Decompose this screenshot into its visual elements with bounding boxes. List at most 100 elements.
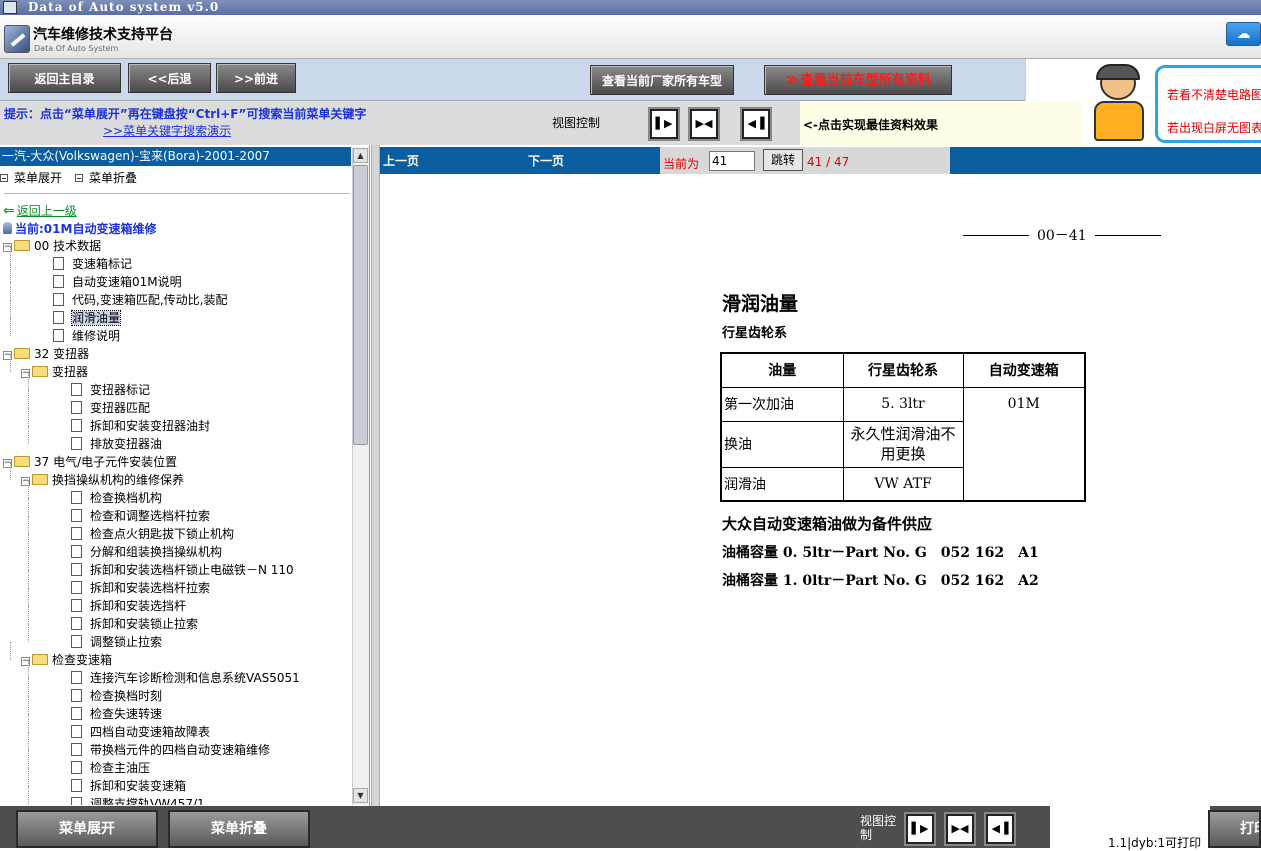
arrows-inward-icon: ▶◀ <box>951 822 969 835</box>
bottom-view-expand-left-button[interactable]: ◀▐ <box>986 814 1014 844</box>
table-cell: 换油 <box>720 420 844 468</box>
all-docs-button[interactable]: ≫ 查看当前车型所有资料 <box>764 65 952 95</box>
scroll-up-button[interactable]: ▲ <box>353 148 368 163</box>
arrow-left-bar-icon: ◀▐ <box>991 822 1009 835</box>
tree-doc-item[interactable]: 拆卸和安装选档杆拉索 <box>71 579 210 597</box>
table-cell: 01M <box>962 386 1086 502</box>
current-page-label: 当前为 <box>663 157 700 171</box>
tree-doc-item[interactable]: 四档自动变速箱故障表 <box>71 723 210 741</box>
tree-connector <box>28 426 29 444</box>
search-demo-link[interactable]: >>菜单关键字搜索演示 <box>103 122 231 139</box>
back-button[interactable]: <<后退 <box>128 63 211 93</box>
menu-collapse-link[interactable]: 菜单折叠 <box>75 169 137 186</box>
tree-doc-item[interactable]: 连接汽车诊断检测和信息系统VAS5051 <box>71 669 300 687</box>
tree-item-label: 换挡操纵机构的维修保养 <box>52 473 185 487</box>
tree-connector <box>28 480 29 498</box>
view-center-button[interactable]: ▶◀ <box>690 109 718 139</box>
tree-connector <box>10 282 11 300</box>
tree-doc-item[interactable]: 拆卸和安装选挡杆 <box>71 597 186 615</box>
menu-expand-button[interactable]: 菜单展开 <box>16 810 158 848</box>
tree-doc-item[interactable]: 变扭器标记 <box>71 381 150 399</box>
tree-doc-item[interactable]: 检查和调整选档杆拉索 <box>71 507 210 525</box>
tree-doc-item[interactable]: 自动变速箱01M说明 <box>53 273 182 291</box>
tree-doc-item[interactable]: 拆卸和安装变速箱 <box>71 777 186 795</box>
document-icon <box>53 311 64 324</box>
help-banner-line-1[interactable]: 若看不清楚电路图 <box>1167 86 1261 103</box>
page-number-rule-right <box>1094 235 1161 236</box>
next-page-link[interactable]: 下一页 <box>528 152 564 169</box>
bottom-view-expand-right-button[interactable]: ▌▶ <box>906 814 934 844</box>
view-expand-left-button[interactable]: ◀▐ <box>742 109 770 139</box>
prev-page-link[interactable]: 上一页 <box>383 152 419 169</box>
tree-doc-item[interactable]: 分解和组装换挡操纵机构 <box>71 543 222 561</box>
page-jump-area <box>660 147 950 174</box>
document-icon <box>53 257 64 270</box>
scroll-down-button[interactable]: ▼ <box>353 788 368 803</box>
oil-can-spec-1: 油桶容量 0. 5ltr－Part No. G 052 162 A1 <box>722 545 1039 561</box>
tree-item-label: 四档自动变速箱故障表 <box>90 725 211 739</box>
view-expand-right-button[interactable]: ▌▶ <box>650 109 678 139</box>
tree-folder-item[interactable]: − 变扭器 <box>21 363 88 381</box>
tree-connector <box>28 534 29 552</box>
pane-splitter[interactable] <box>371 145 380 806</box>
tree-doc-item[interactable]: 变扭器匹配 <box>71 399 150 417</box>
document-icon <box>71 581 82 594</box>
tree-doc-item[interactable]: 带换档元件的四档自动变速箱维修 <box>71 741 270 759</box>
tree-doc-item[interactable]: 变速箱标记 <box>53 255 132 273</box>
help-banner-line-2[interactable]: 若出现白屏无图表 <box>1167 119 1261 136</box>
menu-collapse-button[interactable]: 菜单折叠 <box>168 810 310 848</box>
tree-folder-item[interactable]: − 检查变速箱 <box>21 651 112 669</box>
tree-folder-item[interactable]: − 换挡操纵机构的维修保养 <box>21 471 184 489</box>
oil-supply-note: 大众自动变速箱油做为备件供应 <box>722 515 933 533</box>
tree-item-label: 变扭器标记 <box>90 383 151 397</box>
tree-item-label: 自动变速箱01M说明 <box>72 275 182 289</box>
tree-item-label: 检查变速箱 <box>52 653 113 667</box>
app-title: 汽车维修技术支持平台 <box>33 27 173 43</box>
tree-doc-item[interactable]: 代码,变速箱匹配,传动比,装配 <box>53 291 227 309</box>
home-directory-button[interactable]: 返回主目录 <box>8 63 121 93</box>
tree-doc-item[interactable]: 排放变扭器油 <box>71 435 162 453</box>
page-number-input[interactable] <box>709 151 755 171</box>
tree-item-label: 带换档元件的四档自动变速箱维修 <box>90 743 271 757</box>
tree-doc-item[interactable]: 检查换档时刻 <box>71 687 162 705</box>
jump-button[interactable]: 跳转 <box>763 149 803 171</box>
tree-doc-item[interactable]: 调整支撑轨VW457/1 <box>71 795 205 805</box>
table-header-row: 油量 行星齿轮系 自动变速箱 <box>720 352 1086 388</box>
cloud-sync-button[interactable]: ☁ <box>1226 22 1261 46</box>
back-level-link[interactable]: ⇐ 返回上一级 <box>3 202 77 219</box>
back-level-label: 返回上一级 <box>16 204 77 218</box>
document-page-number: 00－41 <box>955 225 1169 245</box>
bottom-view-center-button[interactable]: ▶◀ <box>946 814 974 844</box>
tree-doc-item[interactable]: 检查主油压 <box>71 759 150 777</box>
tree-connector <box>10 354 11 372</box>
tree-doc-item[interactable]: 拆卸和安装选档杆锁止电磁铁－N 110 <box>71 561 294 579</box>
tree-item-label: 检查主油压 <box>90 761 151 775</box>
tree-folder-item[interactable]: −00 技术数据 <box>3 237 101 255</box>
tree-doc-item[interactable]: 检查换档机构 <box>71 489 162 507</box>
tree-connector <box>10 462 11 480</box>
tree-folder-item[interactable]: −32 变扭器 <box>3 345 89 363</box>
print-button[interactable]: 打印 <box>1208 810 1261 848</box>
tree-folder-item[interactable]: −37 电气/电子元件安装位置 <box>3 453 177 471</box>
window-titlebar: Data of Auto system v5.0 <box>0 0 1261 15</box>
scroll-thumb[interactable] <box>353 165 368 445</box>
menu-collapse-label: 菜单折叠 <box>89 171 138 185</box>
tree-doc-item[interactable]: 润滑油量 <box>53 309 122 327</box>
tree-doc-item[interactable]: 调整锁止拉索 <box>71 633 162 651</box>
tree-item-label: 分解和组装换挡操纵机构 <box>90 545 223 559</box>
tree-doc-item[interactable]: 维修说明 <box>53 327 120 345</box>
menu-expand-link[interactable]: 菜单展开 <box>0 169 62 186</box>
all-models-button[interactable]: 查看当前厂家所有车型 <box>590 65 734 95</box>
tree-connector <box>10 642 11 660</box>
best-effect-hint: <-点击实现最佳资料效果 <box>803 118 939 132</box>
tree-doc-item[interactable]: 检查点火钥匙拔下锁止机构 <box>71 525 234 543</box>
tree-doc-item[interactable]: 拆卸和安装变扭器油封 <box>71 417 210 435</box>
table-cell: 5. 3ltr <box>842 386 964 422</box>
forward-button[interactable]: >>前进 <box>216 63 296 93</box>
tree-item-label: 检查换档时刻 <box>90 689 163 703</box>
tree-doc-item[interactable]: 检查失速转速 <box>71 705 162 723</box>
document-icon <box>71 527 82 540</box>
document-icon <box>71 689 82 702</box>
folder-open-icon <box>32 366 48 377</box>
tree-doc-item[interactable]: 拆卸和安装锁止拉索 <box>71 615 198 633</box>
